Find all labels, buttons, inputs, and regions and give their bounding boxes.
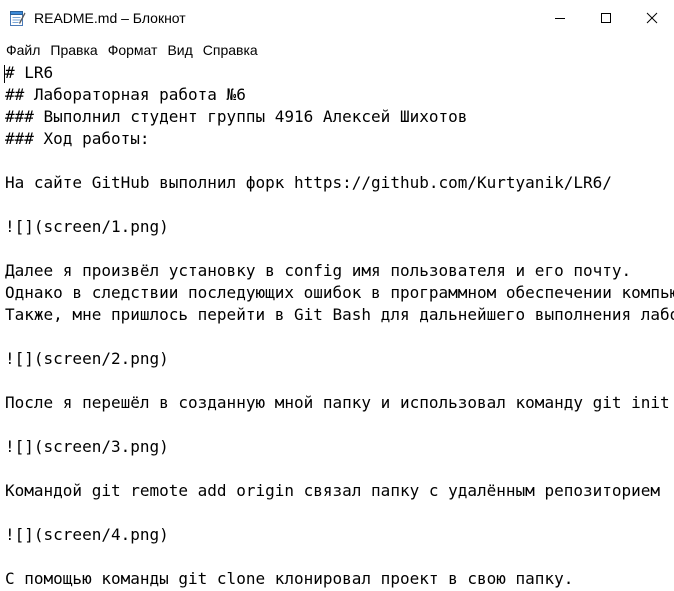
text-line: ## Лабораторная работа №6 xyxy=(5,85,246,104)
menu-bar: Файл Правка Формат Вид Справка xyxy=(0,36,674,62)
text-line: ![](screen/1.png) xyxy=(5,217,169,236)
close-icon xyxy=(646,12,658,24)
menu-file[interactable]: Файл xyxy=(0,38,44,60)
text-line: # LR6 xyxy=(5,63,54,82)
notepad-icon xyxy=(8,9,26,27)
text-line: Командой git remote add origin связал па… xyxy=(5,481,661,500)
text-line: ![](screen/3.png) xyxy=(5,437,169,456)
minimize-icon xyxy=(554,12,566,24)
text-line: Однако в следствии последующих ошибок в … xyxy=(5,283,674,302)
text-line: После я перешёл в созданную мной папку и… xyxy=(5,393,670,412)
text-line: Также, мне пришлось перейти в Git Bash д… xyxy=(5,305,674,324)
maximize-button[interactable] xyxy=(583,0,629,36)
text-editor[interactable]: # LR6 ## Лабораторная работа №6 ### Выпо… xyxy=(0,62,674,591)
menu-view[interactable]: Вид xyxy=(161,38,196,60)
text-line: ![](screen/2.png) xyxy=(5,349,169,368)
text-line: Далее я произвёл установку в config имя … xyxy=(5,261,632,280)
menu-edit[interactable]: Правка xyxy=(44,38,101,60)
minimize-button[interactable] xyxy=(537,0,583,36)
text-line: ### Выполнил студент группы 4916 Алексей… xyxy=(5,107,468,126)
text-line: ![](screen/4.png) xyxy=(5,525,169,544)
menu-help[interactable]: Справка xyxy=(197,38,262,60)
window-title: README.md – Блокнот xyxy=(34,10,186,26)
text-line: С помощью команды git clone клонировал п… xyxy=(5,569,574,588)
title-bar[interactable]: README.md – Блокнот xyxy=(0,0,674,36)
text-line: ### Ход работы: xyxy=(5,129,150,148)
text-line: На сайте GitHub выполнил форк https://gi… xyxy=(5,173,612,192)
maximize-icon xyxy=(600,12,612,24)
menu-format[interactable]: Формат xyxy=(102,38,162,60)
close-button[interactable] xyxy=(629,0,674,36)
